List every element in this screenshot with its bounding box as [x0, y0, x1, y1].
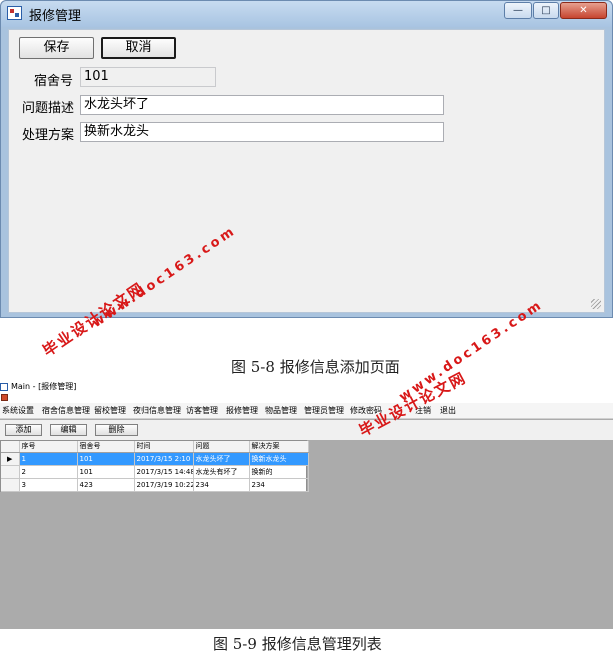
- dorm-field[interactable]: 101: [80, 67, 216, 87]
- title-bar: Main - [报修管理]: [0, 381, 613, 393]
- problem-label: 问题描述: [22, 101, 75, 116]
- menu-dorm-info[interactable]: 宿舍信息管理: [42, 405, 90, 417]
- table-cell[interactable]: 水龙头有坏了: [193, 465, 250, 479]
- table-cell[interactable]: 水龙头坏了: [193, 452, 250, 466]
- window-title: 报修管理: [29, 9, 82, 24]
- table-header-row: 序号 宿舍号 时间 问题 解决方案: [1, 441, 309, 453]
- table-row[interactable]: 3 423 2017/3/19 10:22 234 234: [1, 478, 309, 492]
- table-cell[interactable]: 234: [193, 478, 250, 492]
- column-header[interactable]: 解决方案: [249, 441, 309, 453]
- document-page: 报修管理 — □ ✕ 保存 取消 宿舍号 101 问题描述 水龙头坏了 处理方案…: [0, 0, 613, 660]
- table-cell[interactable]: 2017/3/15 2:10: [134, 452, 194, 466]
- column-header[interactable]: 时间: [134, 441, 194, 453]
- menu-bar: 系统设置 宿舍信息管理 留校管理 夜归信息管理 访客管理 报修管理 物品管理 管…: [0, 403, 613, 419]
- menu-admin[interactable]: 管理员管理: [304, 405, 344, 417]
- solution-label: 处理方案: [22, 128, 75, 143]
- row-header[interactable]: [1, 465, 20, 479]
- repair-add-window: 报修管理 — □ ✕ 保存 取消 宿舍号 101 问题描述 水龙头坏了 处理方案…: [0, 0, 613, 318]
- row-header-corner: [1, 441, 20, 453]
- column-header[interactable]: 序号: [19, 441, 78, 453]
- app-icon: [0, 383, 8, 391]
- table-cell[interactable]: 423: [77, 478, 135, 492]
- maximize-button[interactable]: □: [533, 2, 559, 19]
- solution-field[interactable]: 换新水龙头: [80, 122, 444, 142]
- child-form-icon: [1, 394, 8, 401]
- mdi-child-bar: [0, 393, 613, 403]
- edit-button[interactable]: 编辑: [50, 424, 87, 436]
- menu-visitor[interactable]: 访客管理: [186, 405, 218, 417]
- table-cell[interactable]: 换新水龙头: [249, 452, 309, 466]
- table-row[interactable]: ▶ 1 101 2017/3/15 2:10 水龙头坏了 换新水龙头: [1, 452, 309, 466]
- title-bar: 报修管理 — □ ✕: [1, 1, 612, 27]
- table-cell[interactable]: 换新的: [249, 465, 309, 479]
- row-header[interactable]: [1, 478, 20, 492]
- resize-grip-icon[interactable]: [591, 299, 601, 309]
- cancel-button[interactable]: 取消: [101, 37, 176, 59]
- add-button[interactable]: 添加: [5, 424, 42, 436]
- menu-system-settings[interactable]: 系统设置: [2, 405, 34, 417]
- menu-repair[interactable]: 报修管理: [226, 405, 258, 417]
- repair-list-window: Main - [报修管理] 系统设置 宿舍信息管理 留校管理 夜归信息管理 访客…: [0, 381, 613, 629]
- minimize-button[interactable]: —: [504, 2, 532, 19]
- table-cell[interactable]: 2017/3/19 10:22: [134, 478, 194, 492]
- menu-late-return[interactable]: 夜归信息管理: [133, 405, 181, 417]
- figure-caption-2: 图 5-9 报修信息管理列表: [213, 635, 382, 653]
- window-title: Main - [报修管理]: [11, 382, 77, 391]
- table-cell[interactable]: 234: [249, 478, 309, 492]
- column-header[interactable]: 问题: [193, 441, 250, 453]
- table-cell[interactable]: 2: [19, 465, 78, 479]
- close-button[interactable]: ✕: [560, 2, 607, 19]
- table-row[interactable]: 2 101 2017/3/15 14:48 水龙头有坏了 换新的: [1, 465, 309, 479]
- save-button[interactable]: 保存: [19, 37, 94, 59]
- dorm-label: 宿舍号: [34, 74, 74, 89]
- menu-exit[interactable]: 退出: [440, 405, 456, 417]
- figure-caption-1: 图 5-8 报修信息添加页面: [231, 358, 400, 376]
- toolbar: 添加 编辑 删除: [0, 420, 613, 440]
- column-header[interactable]: 宿舍号: [77, 441, 135, 453]
- menu-stay-school[interactable]: 留校管理: [94, 405, 126, 417]
- menu-items[interactable]: 物品管理: [265, 405, 297, 417]
- table-cell[interactable]: 3: [19, 478, 78, 492]
- form-area: 保存 取消 宿舍号 101 问题描述 水龙头坏了 处理方案 换新水龙头: [8, 29, 605, 313]
- app-icon: [7, 6, 22, 20]
- problem-field[interactable]: 水龙头坏了: [80, 95, 444, 115]
- repair-table: 序号 宿舍号 时间 问题 解决方案 ▶ 1 101 2017/3/15 2:10…: [0, 440, 309, 492]
- row-selected-marker-icon: ▶: [1, 452, 20, 466]
- table-cell[interactable]: 101: [77, 465, 135, 479]
- delete-button[interactable]: 删除: [95, 424, 138, 436]
- table-cell[interactable]: 1: [19, 452, 78, 466]
- table-cell[interactable]: 2017/3/15 14:48: [134, 465, 194, 479]
- table-cell[interactable]: 101: [77, 452, 135, 466]
